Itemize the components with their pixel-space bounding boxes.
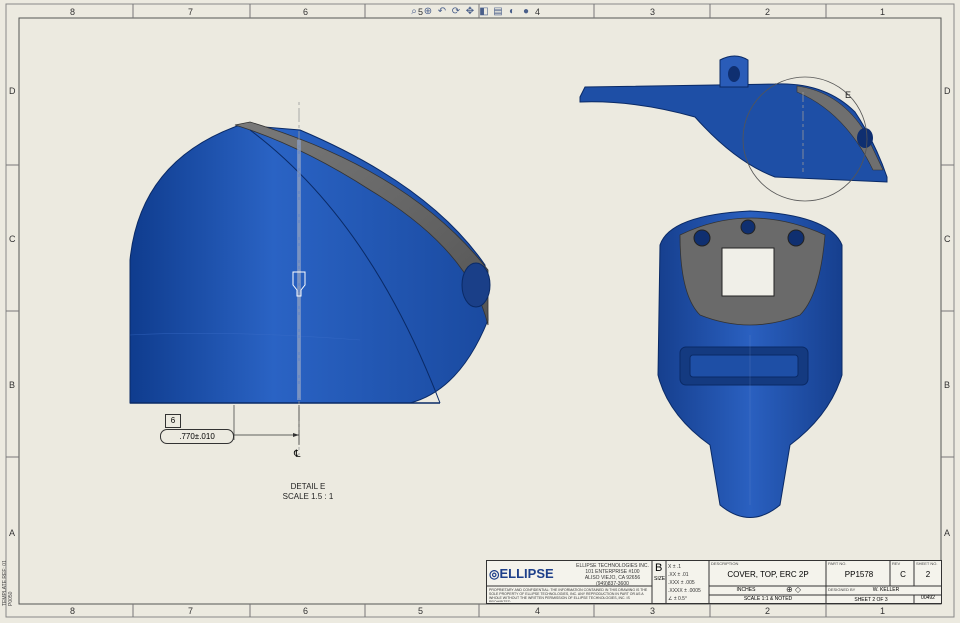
rev-label: REV xyxy=(892,561,901,566)
designed-by-value: W. KELLER xyxy=(872,587,900,593)
zone-row-b-left: B xyxy=(9,380,16,390)
proprietary-notice: PROPRIETARY AND CONFIDENTIAL: THE INFORM… xyxy=(489,588,648,602)
previous-view-icon[interactable]: ↶ xyxy=(436,6,448,18)
designed-by-label: DESIGNED BY xyxy=(828,587,856,592)
zone-col-6-top: 6 xyxy=(303,7,309,17)
zone-col-4-bottom: 4 xyxy=(535,606,541,616)
size-letter: B xyxy=(655,562,663,574)
zone-col-1-top: 1 xyxy=(880,7,886,17)
appearance-icon[interactable]: ● xyxy=(520,6,532,18)
zone-col-7-top: 7 xyxy=(188,7,194,17)
zone-row-a-right: A xyxy=(944,528,951,538)
view-toolbar: ⌕ ⊕ ↶ ⟳ ✥ ◧ ▤ ◐ ● xyxy=(408,1,548,17)
zone-col-8-top: 8 xyxy=(70,7,76,17)
zone-col-8-bottom: 8 xyxy=(70,606,76,616)
units-value: INCHES xyxy=(736,587,756,593)
description-value: COVER, TOP, ERC 2P xyxy=(727,570,809,579)
display-style-icon[interactable]: ▤ xyxy=(492,6,504,18)
centerline-symbol: ℄ xyxy=(294,449,301,460)
angle-icon: ∠ xyxy=(668,596,673,602)
zone-row-d-right: D xyxy=(944,86,951,96)
part-no-label: PART NO. xyxy=(828,561,847,566)
detail-label-line2: SCALE 1.5 : 1 xyxy=(282,492,334,501)
part-no-value: PP1578 xyxy=(844,570,874,579)
top-view[interactable] xyxy=(650,205,850,525)
zoom-area-icon[interactable]: ⊕ xyxy=(422,6,434,18)
zone-col-1-bottom: 1 xyxy=(880,606,886,616)
sheet-no-value: 2 xyxy=(925,570,931,579)
company-address: ELLIPSE TECHNOLOGIES INC. 101 ENTERPRISE… xyxy=(560,563,665,587)
zoom-to-fit-icon[interactable]: ⌕ xyxy=(408,6,420,18)
zone-row-c-left: C xyxy=(9,234,16,244)
pan-icon[interactable]: ✥ xyxy=(464,6,476,18)
zone-row-b-right: B xyxy=(944,380,951,390)
dimension-text[interactable]: .770±.010 xyxy=(160,429,234,444)
rotate-icon[interactable]: ⟳ xyxy=(450,6,462,18)
zone-col-7-bottom: 7 xyxy=(188,606,194,616)
detail-label-line1: DETAIL E xyxy=(290,482,326,491)
zone-col-3-bottom: 3 xyxy=(650,606,656,616)
description-label: DESCRIPTION xyxy=(711,561,739,566)
company-logo-text: ELLIPSE xyxy=(499,566,554,581)
zone-row-a-left: A xyxy=(9,528,16,538)
template-note: TEMPLATE REF: 01 P0050 xyxy=(2,560,14,606)
doc-number: 00492 xyxy=(921,595,935,601)
zone-row-d-left: D xyxy=(9,86,16,96)
company-phone: (949)837-3600 xyxy=(596,581,629,587)
logo-mark-icon: ◎ xyxy=(489,567,500,581)
side-view[interactable] xyxy=(575,52,895,202)
company-logo: ◎ELLIPSE xyxy=(489,564,561,584)
zone-col-2-bottom: 2 xyxy=(765,606,771,616)
sheet-of-value: SHEET 2 OF 3 xyxy=(854,597,888,603)
tolerance-3: .XXX ± .005 xyxy=(668,580,695,586)
sheet-label: SHEET NO. xyxy=(916,561,938,566)
zone-col-3-top: 3 xyxy=(650,7,656,17)
scale-value: SCALE 1:1 & NOTED xyxy=(743,596,793,602)
zone-col-5-bottom: 5 xyxy=(418,606,424,616)
projection-symbol-icon: ⊕ ◇ xyxy=(786,585,802,594)
zone-row-c-right: C xyxy=(944,234,951,244)
rev-value: C xyxy=(900,570,906,579)
balloon-6[interactable]: 6 xyxy=(165,414,181,428)
drawing-sheet: 8 7 6 5 4 3 2 1 8 7 6 5 4 3 2 1 D C B A … xyxy=(0,0,960,623)
zone-col-6-bottom: 6 xyxy=(303,606,309,616)
section-view-icon[interactable]: ◧ xyxy=(478,6,490,18)
size-label: SIZE xyxy=(654,576,666,582)
detail-callout-letter[interactable]: E xyxy=(845,90,851,100)
zone-col-2-top: 2 xyxy=(765,7,771,17)
hide-show-icon[interactable]: ◐ xyxy=(506,6,518,18)
